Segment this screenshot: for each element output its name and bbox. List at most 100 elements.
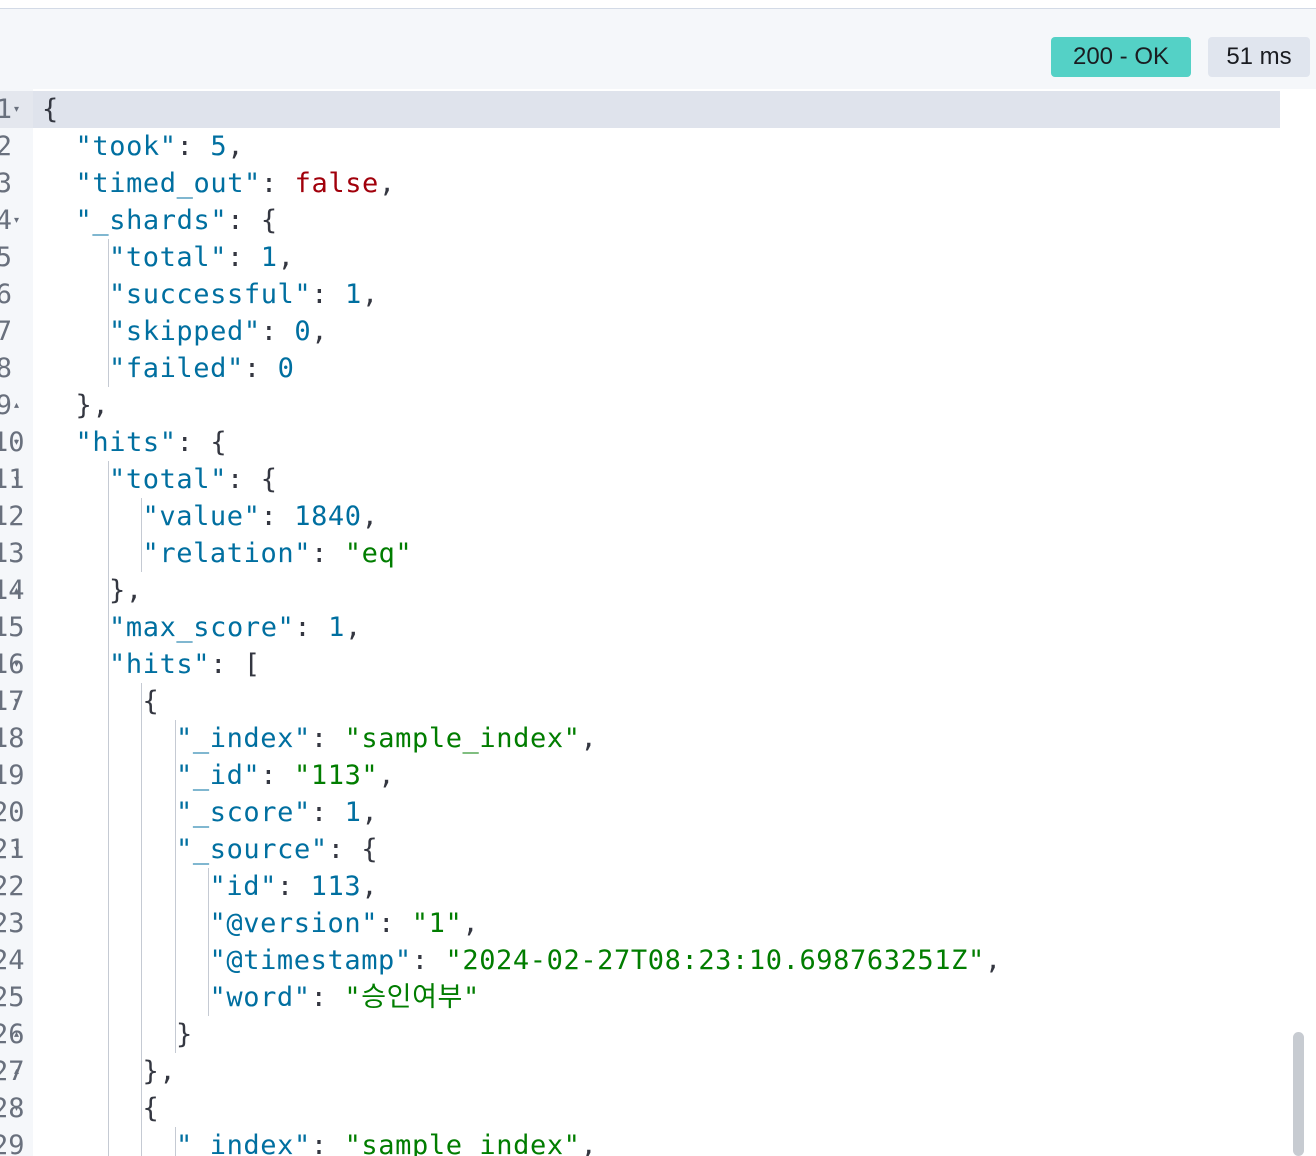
code-line: 8 "failed": 0: [0, 350, 1300, 387]
indent-guide: [141, 905, 142, 942]
json-key: "id": [209, 871, 277, 902]
indent-guide: [107, 905, 109, 942]
json-punctuation: :: [260, 168, 295, 199]
code-text: {: [143, 1090, 160, 1127]
indent-guide: [141, 831, 142, 868]
json-punctuation: :: [311, 279, 345, 310]
fold-expand-icon[interactable]: ▴: [14, 1016, 19, 1053]
fold-collapse-icon[interactable]: ▾: [14, 1090, 19, 1127]
json-punctuation: ,: [984, 945, 1002, 976]
code-line: 6 "successful": 1,: [0, 276, 1300, 313]
line-number: 11: [0, 464, 25, 495]
json-punctuation: :: [310, 723, 345, 754]
indent-guide: [141, 757, 142, 794]
json-punctuation: :: [311, 538, 345, 569]
line-number: 4: [0, 205, 12, 236]
line-number: 6: [0, 279, 12, 310]
json-punctuation: :: [310, 797, 345, 828]
json-key: "failed": [109, 353, 244, 384]
json-key: "_source": [176, 834, 328, 865]
indent-guide: [174, 979, 176, 1016]
code-text: "total": 1,: [109, 239, 294, 276]
code-line: 10 ▾ "hits": {: [0, 424, 1300, 461]
code-text: }: [176, 1016, 193, 1053]
json-punctuation: },: [109, 575, 143, 606]
fold-collapse-icon[interactable]: ▾: [14, 202, 19, 239]
fold-expand-icon[interactable]: ▴: [14, 572, 19, 609]
fold-collapse-icon[interactable]: ▾: [14, 683, 19, 720]
json-punctuation: ,: [361, 501, 379, 532]
json-punctuation: {: [142, 1093, 160, 1124]
fold-collapse-icon[interactable]: ▾: [14, 91, 19, 128]
indent-guide: [107, 942, 109, 979]
json-key: "_score": [176, 797, 311, 828]
json-key: "hits": [75, 427, 177, 458]
json-key: "skipped": [109, 316, 261, 347]
json-key: "_shards": [75, 205, 228, 236]
code-line: 7 "skipped": 0,: [0, 313, 1300, 350]
json-key: "@version": [209, 908, 379, 939]
code-line: 21 ▾ "_source": {: [0, 831, 1300, 868]
json-punctuation: :: [227, 242, 261, 273]
indent-guide: [174, 942, 176, 979]
code-text: "_id": "113",: [176, 757, 395, 794]
json-punctuation: ,: [361, 797, 379, 828]
line-number: 28: [0, 1093, 25, 1124]
code-text: },: [109, 572, 143, 609]
code-text: },: [76, 387, 110, 424]
line-number: 18: [0, 723, 25, 754]
code-text: "_source": {: [176, 831, 378, 868]
fold-collapse-icon[interactable]: ▾: [14, 424, 19, 461]
json-string: "sample_index": [344, 1130, 581, 1156]
line-number: 14: [0, 575, 25, 606]
code-text: "_score": 1,: [176, 794, 378, 831]
line-number: 5: [0, 242, 12, 273]
json-punctuation: :: [378, 908, 412, 939]
vertical-scrollbar[interactable]: [1293, 1032, 1304, 1156]
indent-guide: [107, 498, 109, 535]
code-text: {: [42, 91, 59, 128]
response-json-editor[interactable]: 1 ▾{2 "took": 5, 3 "timed_out": false, 4 ▾ "_sh…: [0, 89, 1316, 1156]
line-number: 8: [0, 353, 12, 384]
status-badge: 200 - OK: [1051, 37, 1191, 77]
fold-collapse-icon[interactable]: ▾: [14, 461, 19, 498]
code-line: 20 "_score": 1,: [0, 794, 1300, 831]
indent-guide: [141, 979, 142, 1016]
indent-guide: [174, 868, 176, 905]
code-line: 22 "id": 113,: [0, 868, 1300, 905]
code-line: 18 "_index": "sample_index",: [0, 720, 1300, 757]
json-punctuation: ,: [580, 723, 598, 754]
code-line: 12 "value": 1840,: [0, 498, 1300, 535]
line-number: 22: [0, 871, 25, 902]
line-number: 10: [0, 427, 25, 458]
code-text: "id": 113,: [210, 868, 379, 905]
line-number: 25: [0, 982, 25, 1013]
line-number: 27: [0, 1056, 25, 1087]
line-number: 12: [0, 501, 25, 532]
fold-expand-icon[interactable]: ▴: [14, 1053, 19, 1090]
code-text: "_index": "sample_index",: [176, 720, 597, 757]
code-text: "@timestamp": "2024-02-27T08:23:10.69876…: [210, 942, 1002, 979]
code-text: "word": "승인여부": [210, 979, 480, 1016]
code-text: "max_score": 1,: [109, 609, 362, 646]
fold-collapse-icon[interactable]: ▾: [14, 831, 19, 868]
code-line: 29 "_index": "sample_index",: [0, 1127, 1300, 1156]
json-key: "took": [75, 131, 177, 162]
json-punctuation: ,: [378, 760, 396, 791]
code-text: "timed_out": false,: [76, 165, 396, 202]
code-text: "@version": "1",: [210, 905, 480, 942]
indent-guide: [141, 868, 142, 905]
line-number: 20: [0, 797, 25, 828]
code-text: "total": {: [109, 461, 278, 498]
fold-collapse-icon[interactable]: ▾: [14, 646, 19, 683]
json-key: "@timestamp": [209, 945, 412, 976]
json-punctuation: ,: [277, 242, 295, 273]
code-line: 25 "word": "승인여부": [0, 979, 1300, 1016]
fold-expand-icon[interactable]: ▴: [14, 387, 19, 424]
json-string: "승인여부": [344, 982, 480, 1013]
code-line: 3 "timed_out": false,: [0, 165, 1300, 202]
json-punctuation: }: [176, 1019, 193, 1050]
json-number: 1: [344, 797, 362, 828]
indent-guide: [107, 831, 109, 868]
code-line: 4 ▾ "_shards": {: [0, 202, 1300, 239]
